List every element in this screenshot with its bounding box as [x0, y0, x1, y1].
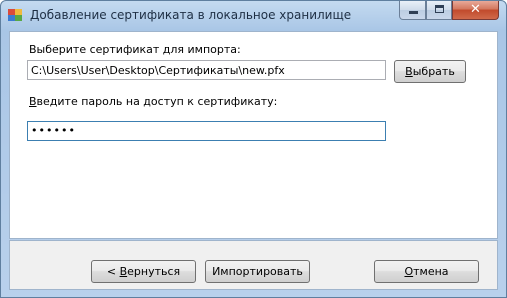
browse-button-mnemonic: В [405, 65, 413, 78]
app-icon [8, 9, 22, 21]
certificate-path-field[interactable] [27, 60, 386, 80]
maximize-button[interactable] [426, 1, 452, 20]
minimize-button[interactable] [399, 1, 426, 20]
browse-button[interactable]: Выбрать [394, 60, 466, 83]
close-icon: ✕ [470, 2, 481, 17]
cancel-button-mnemonic: О [404, 265, 414, 278]
cancel-button[interactable]: Отмена [374, 260, 479, 283]
footer-panel: < Вернуться Импортировать Отмена [9, 240, 498, 290]
window-title: Добавление сертификата в локальное храни… [30, 8, 352, 22]
password-label: Введите пароль на доступ к сертификату: [29, 95, 277, 108]
password-field-value: •••••• [31, 124, 76, 137]
back-button-label: ернуться [127, 265, 181, 278]
minimize-icon [409, 11, 418, 14]
content-panel: Выберите сертификат для импорта: Выбрать… [9, 31, 498, 239]
cancel-button-label: тмена [413, 265, 449, 278]
password-label-mnemonic: В [29, 95, 37, 108]
import-button-label: Импортировать [212, 265, 303, 278]
close-button[interactable]: ✕ [452, 1, 499, 20]
back-button-mnemonic: В [119, 265, 128, 278]
title-bar[interactable]: Добавление сертификата в локальное храни… [1, 1, 506, 31]
back-button-prefix: < [106, 265, 120, 278]
dialog-window: Добавление сертификата в локальное храни… [0, 0, 507, 298]
password-field[interactable]: •••••• [27, 121, 386, 141]
browse-button-label: ыбрать [412, 65, 455, 78]
back-button[interactable]: < Вернуться [91, 260, 196, 283]
password-label-text: ведите пароль на доступ к сертификату: [36, 95, 278, 108]
import-button[interactable]: Импортировать [205, 260, 310, 283]
maximize-icon [435, 5, 444, 13]
certificate-label: Выберите сертификат для импорта: [29, 43, 241, 56]
